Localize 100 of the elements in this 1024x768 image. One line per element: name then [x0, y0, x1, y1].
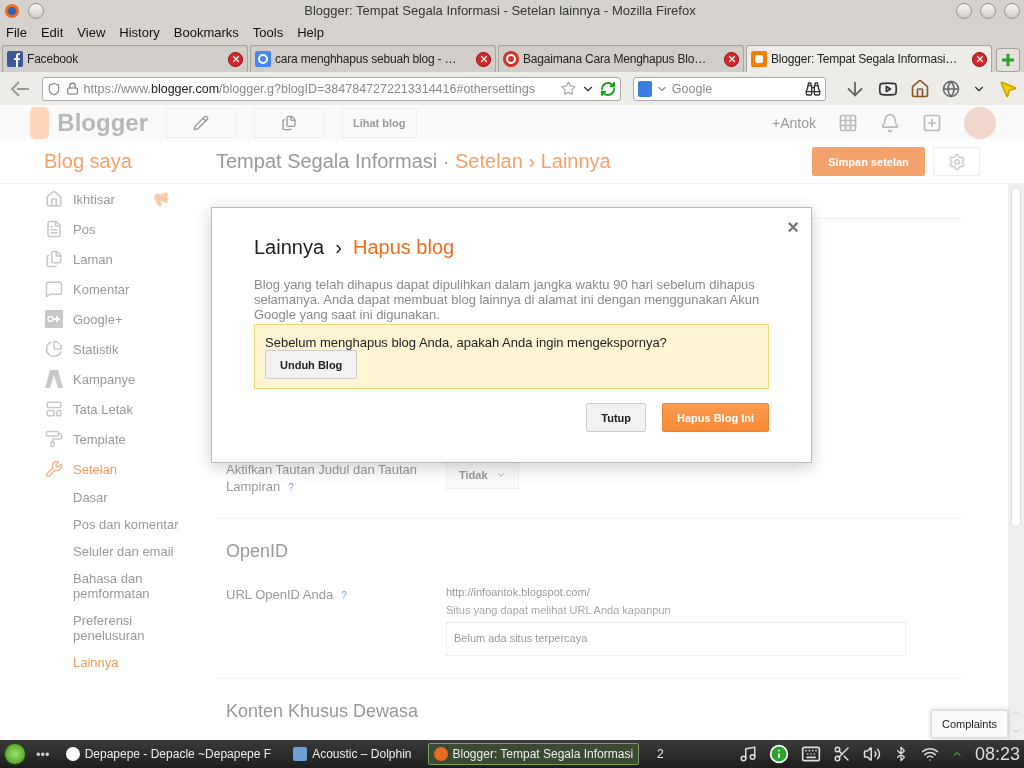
posts-icon	[44, 220, 63, 238]
setting-label: URL OpenID Anda ?	[226, 586, 348, 604]
documents-icon	[281, 114, 297, 131]
roller-icon	[44, 430, 63, 448]
pages-icon	[44, 250, 63, 268]
info-icon[interactable]	[768, 744, 789, 764]
minimize-button[interactable]	[956, 2, 972, 19]
keyboard-icon[interactable]	[800, 744, 821, 764]
url-text: https://www.blogger.com/blogger.g?blogID=3847847272213314416#othersettings	[83, 81, 536, 96]
home-icon	[44, 190, 63, 208]
wifi-icon[interactable]	[920, 745, 939, 763]
dropdown[interactable]: Tidak	[446, 461, 519, 489]
comment-icon	[44, 280, 63, 298]
bookmark-star-icon[interactable]	[560, 81, 576, 96]
menu-item[interactable]: File	[6, 24, 27, 40]
sidebar-subitem[interactable]: Bahasa dan pemformatan	[0, 565, 216, 607]
gear-icon	[947, 152, 966, 171]
complaints-button[interactable]: Complaints	[930, 710, 1008, 738]
tab-title: Facebook	[27, 52, 80, 66]
close-tab-icon[interactable]	[724, 51, 739, 67]
close-tab-icon[interactable]	[476, 51, 491, 67]
sidebar-item[interactable]: Setelan	[0, 454, 216, 484]
menu-item[interactable]: History	[119, 24, 160, 40]
sidebar-item[interactable]: Komentar	[0, 274, 216, 304]
close-tab-icon[interactable]	[228, 51, 243, 67]
sidebar-item[interactable]: Pos	[0, 214, 216, 244]
close-button[interactable]: Tutup	[586, 403, 646, 432]
save-settings-button[interactable]: Simpan setelan	[812, 147, 925, 177]
scissors-icon[interactable]	[832, 745, 851, 763]
new-post-button[interactable]	[166, 107, 236, 138]
menu-item[interactable]: Edit	[40, 24, 64, 40]
sidebar-subitem[interactable]: Lainnya	[0, 649, 216, 676]
dialog-title: Lainnya › Hapus blog	[254, 236, 456, 259]
logo-text: Blogger	[57, 108, 148, 137]
caret-icon	[495, 470, 506, 480]
section-heading: OpenID	[225, 540, 290, 563]
sidebar-item[interactable]: Kampanye	[0, 364, 216, 394]
sidebar-item[interactable]: Statistik	[0, 334, 216, 364]
volume-icon[interactable]	[862, 745, 881, 763]
taskbar-task[interactable]: Blogger: Tempat Segala Informasi	[427, 743, 640, 765]
taskbar-task[interactable]: Depapepe - Depacle ~Depapepe F	[59, 743, 278, 765]
start-menu-button[interactable]	[4, 743, 26, 765]
download-blog-button[interactable]: Unduh Blog	[265, 350, 358, 379]
browser-tab[interactable]: Blogger: Tempat Segala Informasi…	[746, 45, 992, 72]
browser-tab[interactable]: Bagaimana Cara Menghapus Blo…	[498, 45, 744, 72]
tab-title: cara menghhapus sebuah blog - …	[275, 52, 458, 66]
delete-blog-button[interactable]: Hapus Blog Ini	[662, 403, 769, 432]
sidebar-subitem[interactable]: Dasar	[0, 484, 216, 511]
sidebar-item[interactable]: Google+	[0, 304, 216, 334]
sidebar-subitem[interactable]: Pos dan komentar	[0, 511, 216, 538]
trusted-sites-list: Belum ada situs terpercaya	[446, 622, 906, 656]
browser-tab[interactable]: cara menghhapus sebuah blog - …	[250, 45, 496, 72]
search-field[interactable]: Google	[632, 76, 826, 101]
close-dialog-button[interactable]: ×	[787, 216, 799, 239]
sidebar-item[interactable]: Tata Letak	[0, 394, 216, 424]
user-link[interactable]: +Antok	[772, 114, 816, 131]
menu-item[interactable]: Tools	[252, 24, 284, 40]
sidebar-item[interactable]: Ikhtisar	[0, 184, 216, 214]
browser-tab[interactable]: Facebook	[2, 45, 248, 72]
menu-item[interactable]: Help	[297, 24, 324, 40]
maximize-button[interactable]	[980, 2, 996, 19]
window-title: Blogger: Tempat Segala Informasi - Setelan lainnya - Mozilla Firefox	[303, 3, 697, 18]
sidebar-subitem[interactable]: Preferensi penelusuran	[0, 607, 216, 649]
sidebar-item[interactable]: Template	[0, 424, 216, 454]
taskbar-task[interactable]: Acoustic – Dolphin	[287, 743, 418, 765]
menu-item[interactable]: View	[77, 24, 106, 40]
setting-label: Aktifkan Tautan Judul dan Tautan Lampiran ?	[226, 461, 419, 496]
close-button[interactable]	[1004, 2, 1020, 19]
dialog-message: Blog yang telah dihapus dapat dipulihkan dalam jangka waktu 90 hari sebelum dihapus selamanya. Anda dapat membuat blog lainnya di alamat ini dengan menggunakan Akun Google yang saat ini digunakan.	[254, 277, 761, 322]
tab-title: Bagaimana Cara Menghapus Blo…	[523, 52, 707, 66]
address-field[interactable]: https://www.blogger.com/blogger.g?blogID=3847847272213314416#othersettings	[41, 76, 621, 101]
menu-item[interactable]: Bookmarks	[173, 24, 239, 40]
shield-icon	[46, 81, 61, 96]
more-button[interactable]: •••	[36, 746, 50, 762]
posts-button[interactable]	[254, 107, 324, 138]
close-tab-icon[interactable]	[972, 51, 987, 67]
pie-icon	[44, 340, 63, 358]
blogger-icon	[751, 51, 767, 67]
campaign-icon	[44, 370, 63, 388]
google-plus-icon	[44, 310, 63, 328]
layout-icon	[44, 400, 63, 418]
home-icon[interactable]	[910, 78, 930, 99]
sidebar-item[interactable]: Laman	[0, 244, 216, 274]
megaphone-icon	[152, 191, 169, 207]
new-tab-button[interactable]	[996, 48, 1020, 72]
window-menu-button[interactable]	[28, 2, 44, 19]
my-blogs-link[interactable]: Blog saya	[0, 150, 216, 174]
pencil-icon	[193, 114, 209, 131]
globe-icon[interactable]	[942, 79, 960, 98]
sidebar-subitem[interactable]: Seluler dan email	[0, 538, 216, 565]
reload-icon[interactable]	[599, 80, 616, 97]
view-blog-button[interactable]: Lihat blog	[342, 107, 417, 138]
lock-icon	[65, 82, 79, 95]
breadcrumb: Tempat Segala Informasi · Setelan › Lainnya	[216, 150, 611, 174]
plus-icon	[1001, 53, 1015, 67]
desktop-pager[interactable]: 2	[657, 747, 664, 761]
clock: 08:23	[974, 743, 1020, 765]
warning-text: Sebelum menghapus blog Anda, apakah Anda ingin mengekspornya?	[265, 335, 668, 350]
wrench-icon	[44, 460, 63, 478]
binoculars-icon[interactable]	[805, 80, 821, 97]
